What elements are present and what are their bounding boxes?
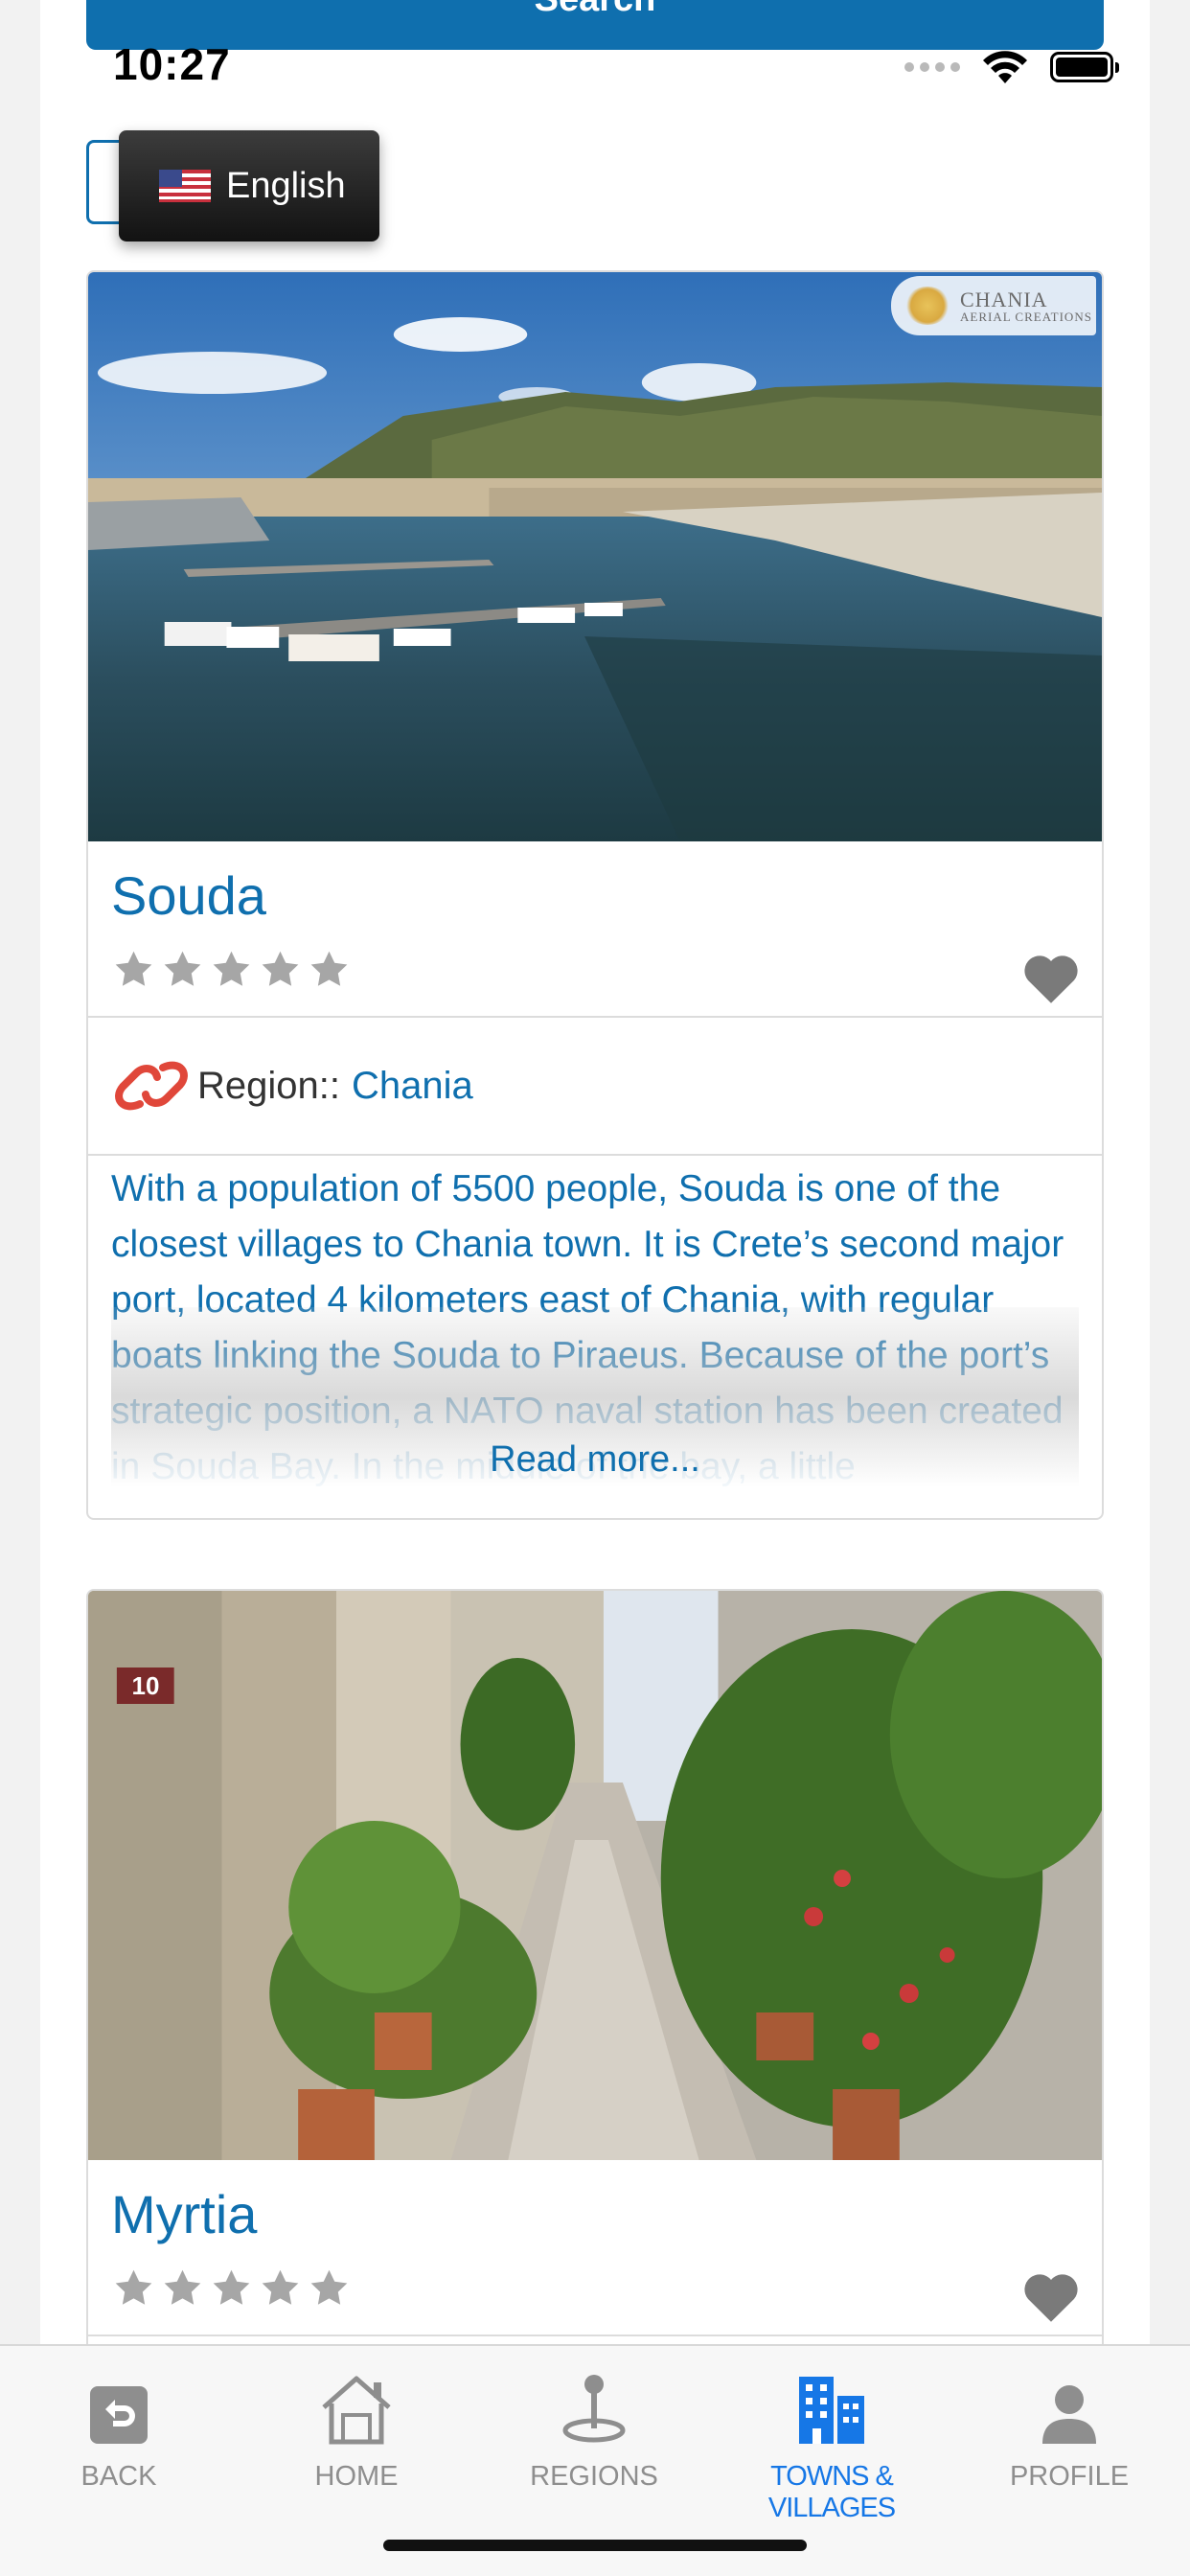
star-icon[interactable] <box>309 2267 350 2309</box>
map-pin-icon <box>562 2375 626 2443</box>
rating-row <box>88 2262 1102 2336</box>
description-block: With a population of 5500 people, Souda … <box>88 1156 1102 1495</box>
place-card-souda[interactable]: CHANIA AERIAL CREATIONS Souda Region:: C… <box>86 270 1104 1520</box>
rating-row <box>88 943 1102 1018</box>
watermark-line2: AERIAL CREATIONS <box>960 309 1092 324</box>
souda-harbor-image[interactable]: CHANIA AERIAL CREATIONS <box>88 272 1102 841</box>
tab-back[interactable]: BACK <box>0 2363 238 2507</box>
tab-home[interactable]: HOME <box>238 2363 475 2507</box>
language-label: English <box>226 165 346 206</box>
star-rating[interactable] <box>113 949 350 990</box>
star-rating[interactable] <box>113 2267 350 2309</box>
star-icon[interactable] <box>162 2267 203 2309</box>
star-icon[interactable] <box>162 949 203 990</box>
tab-regions-label: REGIONS <box>530 2461 658 2492</box>
link-chain-icon <box>115 1061 188 1111</box>
favorite-heart-icon[interactable] <box>1021 2269 1081 2323</box>
star-icon[interactable] <box>211 949 252 990</box>
profile-icon <box>1042 2385 1096 2444</box>
card-title-souda[interactable]: Souda <box>88 841 1102 943</box>
read-more-link[interactable]: Read more... <box>88 1439 1102 1481</box>
tab-back-label: BACK <box>80 2461 157 2492</box>
star-icon[interactable] <box>260 949 301 990</box>
home-icon <box>322 2376 391 2445</box>
place-card-myrtia[interactable]: 10 Myrtia <box>86 1589 1104 2356</box>
buildings-icon <box>799 2377 864 2444</box>
card-title-myrtia[interactable]: Myrtia <box>88 2160 1102 2262</box>
wifi-icon <box>983 51 1027 83</box>
status-bar: 10:27 <box>0 0 1190 105</box>
home-indicator[interactable] <box>383 2540 807 2551</box>
signal-icon <box>904 62 960 72</box>
star-icon[interactable] <box>211 2267 252 2309</box>
tab-regions[interactable]: REGIONS <box>475 2363 713 2507</box>
back-arrow-icon <box>90 2386 148 2444</box>
watermark-line1: CHANIA <box>960 287 1048 311</box>
chania-aerial-watermark: CHANIA AERIAL CREATIONS <box>891 276 1096 335</box>
star-icon[interactable] <box>260 2267 301 2309</box>
tab-profile-label: PROFILE <box>1009 2461 1130 2492</box>
status-time: 10:27 <box>113 39 231 89</box>
language-selector[interactable]: English <box>119 130 379 242</box>
region-link-chania[interactable]: Chania <box>352 1065 473 1108</box>
star-icon[interactable] <box>309 949 350 990</box>
house-number-plate: 10 <box>131 1670 160 1700</box>
star-icon[interactable] <box>113 949 154 990</box>
myrtia-alley-image[interactable]: 10 <box>88 1591 1102 2160</box>
status-icons <box>904 46 1119 88</box>
star-icon[interactable] <box>113 2267 154 2309</box>
us-flag-icon <box>159 170 211 202</box>
region-label: Region:: <box>197 1064 340 1107</box>
tab-profile[interactable]: PROFILE <box>950 2363 1188 2507</box>
tab-home-label: HOME <box>314 2461 399 2492</box>
tab-towns-villages[interactable]: TOWNS & VILLAGES <box>713 2363 950 2523</box>
region-row: Region:: Chania <box>88 1018 1102 1156</box>
battery-icon <box>1050 52 1119 82</box>
favorite-heart-icon[interactable] <box>1021 951 1081 1004</box>
tab-towns-villages-label: TOWNS & VILLAGES <box>767 2461 896 2523</box>
